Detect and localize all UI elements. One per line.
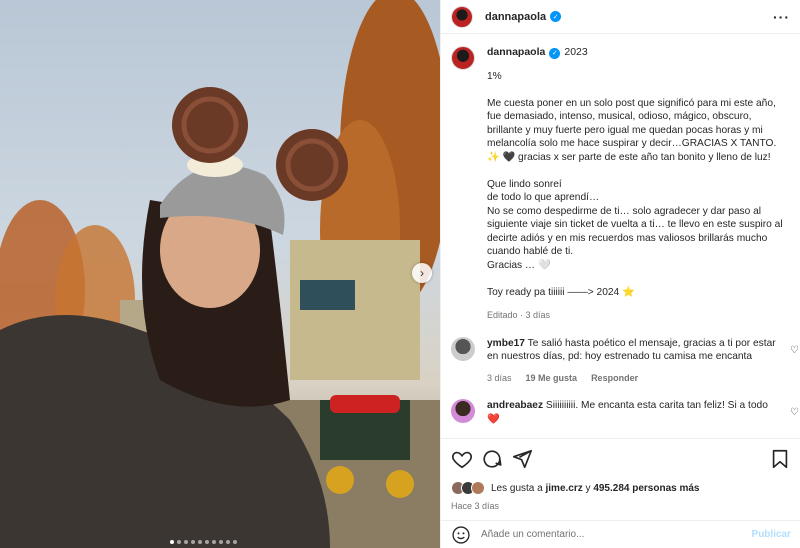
heart-icon[interactable] <box>451 448 473 470</box>
publish-button[interactable]: Publicar <box>752 529 791 540</box>
likes-count[interactable]: 495.284 personas más <box>593 483 699 494</box>
commenter-avatar[interactable] <box>451 399 475 423</box>
comment-icon[interactable] <box>481 448 503 470</box>
next-photo-button[interactable]: › <box>412 263 432 283</box>
post-caption: dannapaola ✓ 2023 1% Me cuesta poner en un… <box>441 34 800 323</box>
caption-year: 2023 <box>564 46 588 58</box>
share-icon[interactable] <box>511 448 533 470</box>
likes-prefix: Les gusta a <box>491 482 543 494</box>
author-avatar[interactable] <box>451 5 473 28</box>
carousel-dot <box>198 540 202 544</box>
liker-username[interactable]: jime.crz <box>546 483 583 494</box>
caption-username[interactable]: dannapaola <box>487 46 545 58</box>
post-actions: Les gusta a jime.crz y 495.284 personas … <box>441 438 800 511</box>
carousel-dot <box>177 540 181 544</box>
carousel-dot <box>226 540 230 544</box>
caption-edited-time: Editado · 3 días <box>487 310 551 320</box>
post-header: dannapaola ✓ ··· <box>441 0 800 34</box>
carousel-dot <box>205 540 209 544</box>
carousel-dot <box>219 540 223 544</box>
heart-icon[interactable]: ♡ <box>790 407 799 418</box>
add-comment-bar: Publicar <box>441 520 800 548</box>
author-username[interactable]: dannapaola <box>485 11 546 23</box>
comment-time: 3 días <box>487 372 512 383</box>
carousel-dot <box>184 540 188 544</box>
carousel-dots <box>170 540 237 544</box>
post-photo: › <box>0 0 440 548</box>
likes-summary: Les gusta a jime.crz y 495.284 personas … <box>451 481 791 495</box>
bookmark-icon[interactable] <box>769 448 791 470</box>
verified-icon: ✓ <box>550 11 562 22</box>
next-arrow-icon: › <box>420 266 424 280</box>
carousel-dot <box>233 540 237 544</box>
carousel-dot <box>170 540 174 544</box>
more-options-icon[interactable]: ··· <box>773 9 790 25</box>
post-panel: dannapaola ✓ ··· dannapaola ✓ 2023 1% Me c… <box>440 0 800 548</box>
carousel-dot <box>191 540 195 544</box>
commenter-username[interactable]: ymbe17 <box>487 338 525 349</box>
comments-scroll[interactable]: dannapaola ✓ 2023 1% Me cuesta poner en un… <box>441 34 800 438</box>
liker-avatar <box>471 481 485 495</box>
commenter-username[interactable]: andreabaez <box>487 400 543 411</box>
verified-icon: ✓ <box>549 48 561 60</box>
caption-text: 1% Me cuesta poner en un solo post que s… <box>487 70 783 298</box>
heart-icon[interactable]: ♡ <box>790 345 799 356</box>
likes-middle: y <box>585 482 591 494</box>
caption-avatar[interactable] <box>451 46 475 70</box>
commenter-avatar[interactable] <box>451 336 475 361</box>
comment-input[interactable] <box>481 529 752 540</box>
carousel-dot <box>212 540 216 544</box>
photo-illustration <box>0 0 440 548</box>
emoji-icon[interactable] <box>451 525 471 545</box>
comment-item: ymbe17 Te salió hasta poético el mensaje… <box>441 336 800 386</box>
comment-item: andreabaez Siiiiiiiiii. Me encanta esta … <box>441 399 800 426</box>
reply-button[interactable]: Responder <box>591 372 638 386</box>
comment-likes-link[interactable]: 19 Me gusta <box>526 372 578 386</box>
comment-text: Te salió hasta poético el mensaje, graci… <box>487 337 776 363</box>
post-time: Hace 3 días <box>451 501 500 511</box>
